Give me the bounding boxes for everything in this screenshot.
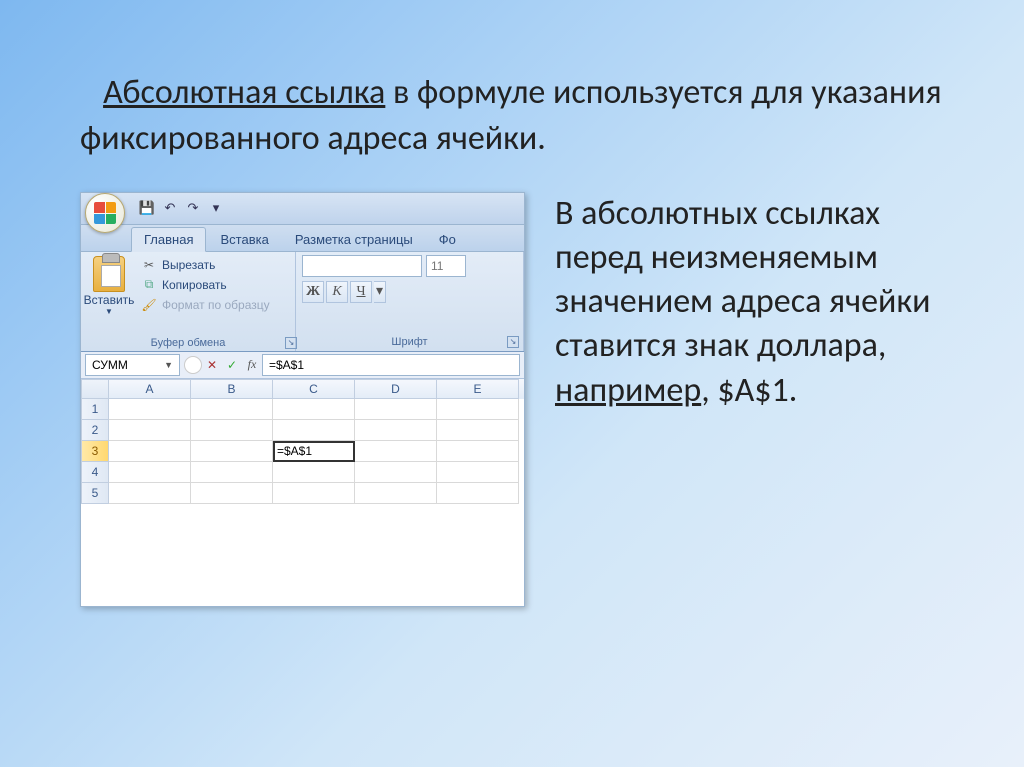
- group-font-label: Шрифт ↘: [302, 334, 517, 350]
- column-header[interactable]: E: [437, 379, 519, 399]
- cell[interactable]: [109, 462, 191, 483]
- cut-button[interactable]: ✂ Вырезать: [139, 256, 272, 274]
- cell[interactable]: [191, 399, 273, 420]
- qat-dropdown-icon[interactable]: ▾: [206, 198, 226, 218]
- group-clipboard-label: Буфер обмена ↘: [81, 335, 295, 351]
- save-icon[interactable]: 💾: [137, 198, 157, 218]
- term-underlined: Абсолютная ссылка: [103, 72, 385, 113]
- circle-icon: [184, 356, 202, 374]
- titlebar: 💾 ↶ ↷ ▾: [81, 193, 524, 225]
- paste-label: Вставить: [84, 293, 135, 307]
- cell[interactable]: [191, 462, 273, 483]
- column-headers: A B C D E: [81, 379, 524, 399]
- cell[interactable]: [437, 441, 519, 462]
- bold-button[interactable]: Ж: [302, 281, 324, 303]
- grid-row: 3 =$A$1: [81, 441, 524, 462]
- group-font: 11 Ж К Ч ▾ Шрифт ↘: [296, 252, 524, 351]
- undo-icon[interactable]: ↶: [160, 198, 180, 218]
- cell[interactable]: [355, 441, 437, 462]
- row-header[interactable]: 4: [81, 462, 109, 483]
- column-header[interactable]: C: [273, 379, 355, 399]
- row-header[interactable]: 2: [81, 420, 109, 441]
- column-header[interactable]: B: [191, 379, 273, 399]
- scissors-icon: ✂: [141, 257, 157, 273]
- cell[interactable]: [355, 399, 437, 420]
- cell[interactable]: [273, 399, 355, 420]
- chevron-down-icon[interactable]: ▼: [164, 360, 173, 370]
- row-header[interactable]: 1: [81, 399, 109, 420]
- fx-button[interactable]: fx: [242, 355, 262, 375]
- tab-page-layout[interactable]: Разметка страницы: [283, 228, 425, 251]
- grid-row: 2: [81, 420, 524, 441]
- cell[interactable]: [191, 441, 273, 462]
- column-header[interactable]: D: [355, 379, 437, 399]
- example-underlined: например: [555, 370, 701, 411]
- grid-row: 4: [81, 462, 524, 483]
- copy-label: Копировать: [162, 278, 227, 292]
- paragraph-definition: Абсолютная ссылка в формуле используется…: [80, 70, 974, 162]
- cell[interactable]: [109, 399, 191, 420]
- cell[interactable]: [355, 483, 437, 504]
- underline-button[interactable]: Ч: [350, 281, 372, 303]
- row-header[interactable]: 5: [81, 483, 109, 504]
- tab-home[interactable]: Главная: [131, 227, 206, 252]
- cell[interactable]: [109, 483, 191, 504]
- paragraph-explanation: В абсолютных ссылках перед неизменяемым …: [555, 192, 974, 413]
- ribbon-tabs: Главная Вставка Разметка страницы Фо: [81, 225, 524, 252]
- grid-row: 1: [81, 399, 524, 420]
- copy-icon: ⧉: [141, 277, 157, 293]
- cell-active[interactable]: =$A$1: [273, 441, 355, 462]
- row-header[interactable]: 3: [81, 441, 109, 462]
- expand-icon[interactable]: ↘: [285, 337, 297, 349]
- brush-icon: 🖌: [141, 297, 157, 313]
- copy-button[interactable]: ⧉ Копировать: [139, 276, 272, 294]
- cell[interactable]: [191, 420, 273, 441]
- spreadsheet-grid[interactable]: A B C D E 1 2 3 =$A$1: [81, 379, 524, 606]
- paste-button[interactable]: Вставить ▼: [85, 256, 133, 335]
- chevron-down-icon[interactable]: ▾: [374, 281, 386, 303]
- cell[interactable]: [191, 483, 273, 504]
- office-button[interactable]: [85, 193, 125, 233]
- tab-insert[interactable]: Вставка: [208, 228, 280, 251]
- cell[interactable]: [355, 420, 437, 441]
- cell[interactable]: [437, 462, 519, 483]
- confirm-button[interactable]: ✓: [222, 355, 242, 375]
- cell[interactable]: [355, 462, 437, 483]
- formula-input[interactable]: =$A$1: [262, 354, 520, 376]
- explanation-part2: , $A$1.: [701, 370, 797, 411]
- redo-icon[interactable]: ↷: [183, 198, 203, 218]
- ribbon: Вставить ▼ ✂ Вырезать ⧉ Копиров: [81, 252, 524, 352]
- paste-icon: [93, 256, 125, 292]
- select-all-corner[interactable]: [81, 379, 109, 399]
- format-painter-label: Формат по образцу: [162, 298, 270, 312]
- group-clipboard: Вставить ▼ ✂ Вырезать ⧉ Копиров: [81, 252, 296, 351]
- expand-icon[interactable]: ↘: [507, 336, 519, 348]
- explanation-part1: В абсолютных ссылках перед неизменяемым …: [555, 193, 931, 367]
- cell[interactable]: [273, 420, 355, 441]
- cell[interactable]: [273, 483, 355, 504]
- office-logo-icon: [94, 202, 116, 224]
- quick-access-toolbar: 💾 ↶ ↷ ▾: [137, 198, 226, 218]
- cell[interactable]: [273, 462, 355, 483]
- excel-screenshot: 💾 ↶ ↷ ▾ Главная Вставка Разметка страниц…: [80, 192, 525, 607]
- formula-bar: СУММ ▼ ✕ ✓ fx =$A$1: [81, 352, 524, 379]
- format-painter-button[interactable]: 🖌 Формат по образцу: [139, 296, 272, 314]
- cell[interactable]: [109, 420, 191, 441]
- cancel-button[interactable]: ✕: [202, 355, 222, 375]
- font-size-combo[interactable]: 11: [426, 255, 466, 277]
- cell[interactable]: [437, 399, 519, 420]
- cut-label: Вырезать: [162, 258, 215, 272]
- tab-formulas-partial[interactable]: Фо: [427, 228, 468, 251]
- cell[interactable]: [437, 483, 519, 504]
- grid-row: 5: [81, 483, 524, 504]
- italic-button[interactable]: К: [326, 281, 348, 303]
- name-box[interactable]: СУММ ▼: [85, 354, 180, 376]
- chevron-down-icon: ▼: [105, 307, 113, 316]
- cell[interactable]: [109, 441, 191, 462]
- column-header[interactable]: A: [109, 379, 191, 399]
- cell[interactable]: [437, 420, 519, 441]
- font-name-combo[interactable]: [302, 255, 422, 277]
